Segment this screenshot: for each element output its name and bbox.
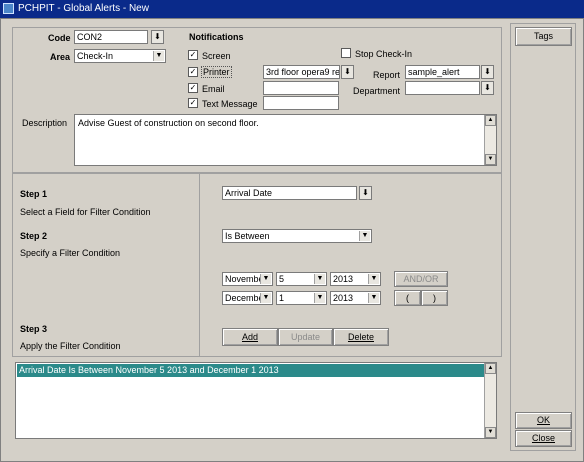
screen-label: Screen <box>202 51 231 61</box>
chevron-down-icon: ▼ <box>260 293 271 303</box>
code-field[interactable]: CON2 <box>74 30 148 44</box>
email-field[interactable] <box>263 81 339 95</box>
side-panel <box>510 23 576 451</box>
report-lov-button[interactable]: ⬇ <box>481 65 494 79</box>
area-dropdown[interactable]: Check-In ▼ <box>74 49 166 63</box>
text-message-checkbox[interactable]: ✓ <box>188 98 198 108</box>
step1-desc: Select a Field for Filter Condition <box>20 207 151 217</box>
step2-desc: Specify a Filter Condition <box>20 248 121 258</box>
delete-button[interactable]: Delete <box>333 328 389 346</box>
open-paren-button[interactable]: ( <box>394 290 421 306</box>
list-item[interactable]: Arrival Date Is Between November 5 2013 … <box>17 364 485 377</box>
filter-field-input[interactable]: Arrival Date <box>222 186 357 200</box>
from-month-dropdown[interactable]: November ▼ <box>222 272 273 286</box>
conditions-scrollbar[interactable]: ▲ ▼ <box>484 363 496 438</box>
chevron-down-icon: ▼ <box>314 274 325 284</box>
chevron-down-icon: ▼ <box>153 51 164 61</box>
add-button[interactable]: Add <box>222 328 278 346</box>
screen-checkbox[interactable]: ✓ <box>188 50 198 60</box>
to-year-value: 2013 <box>333 293 354 303</box>
chevron-down-icon: ▼ <box>260 274 271 284</box>
notifications-heading: Notifications <box>189 32 244 42</box>
chevron-down-icon: ▼ <box>368 274 379 284</box>
area-value: Check-In <box>77 51 114 61</box>
to-day-dropdown[interactable]: 1 ▼ <box>276 291 327 305</box>
description-textarea[interactable]: Advise Guest of construction on second f… <box>74 114 497 166</box>
filter-field-lov-button[interactable]: ⬇ <box>359 186 372 200</box>
ok-button[interactable]: OK <box>515 412 572 429</box>
scroll-up-icon[interactable]: ▲ <box>485 363 496 374</box>
step2-title: Step 2 <box>20 231 48 241</box>
condition-dropdown[interactable]: Is Between ▼ <box>222 229 372 243</box>
to-day-value: 1 <box>279 293 285 303</box>
tags-button[interactable]: Tags <box>515 27 572 46</box>
report-field[interactable]: sample_alert <box>405 65 480 79</box>
conditions-list[interactable]: Arrival Date Is Between November 5 2013 … <box>15 362 497 439</box>
close-button[interactable]: Close <box>515 430 572 447</box>
printer-checkbox[interactable]: ✓ <box>188 67 198 77</box>
to-year-dropdown[interactable]: 2013 ▼ <box>330 291 381 305</box>
close-paren-button[interactable]: ) <box>421 290 448 306</box>
from-day-value: 5 <box>279 274 285 284</box>
text-message-field[interactable] <box>263 96 339 110</box>
department-field[interactable] <box>405 81 480 95</box>
chevron-down-icon: ▼ <box>314 293 325 303</box>
step3-desc: Apply the Filter Condition <box>20 341 121 351</box>
description-scrollbar[interactable]: ▲ ▼ <box>484 115 496 165</box>
email-label: Email <box>202 84 225 94</box>
scroll-up-icon[interactable]: ▲ <box>485 115 496 126</box>
email-checkbox[interactable]: ✓ <box>188 83 198 93</box>
step3-title: Step 3 <box>20 324 48 334</box>
printer-label: Printer <box>201 66 232 78</box>
text-message-label: Text Message <box>202 99 258 109</box>
printer-lov-button[interactable]: ⬇ <box>341 65 354 79</box>
code-lov-button[interactable]: ⬇ <box>151 30 164 44</box>
scroll-down-icon[interactable]: ▼ <box>485 154 496 165</box>
from-year-value: 2013 <box>333 274 354 284</box>
chevron-down-icon: ▼ <box>359 231 370 241</box>
app-icon <box>3 3 14 14</box>
from-year-dropdown[interactable]: 2013 ▼ <box>330 272 381 286</box>
description-label: Description <box>22 118 68 128</box>
department-label: Department <box>353 86 401 96</box>
window-title: PCHPIT - Global Alerts - New <box>18 3 149 14</box>
stop-checkin-label: Stop Check-In <box>355 49 413 59</box>
printer-field[interactable]: 3rd floor opera9 re <box>263 65 340 79</box>
department-lov-button[interactable]: ⬇ <box>481 81 494 95</box>
steps-divider <box>199 174 200 356</box>
area-label: Area <box>50 52 71 62</box>
condition-value: Is Between <box>225 231 270 241</box>
update-button[interactable]: Update <box>278 328 333 346</box>
description-text: Advise Guest of construction on second f… <box>78 118 259 128</box>
stop-checkin-checkbox[interactable] <box>341 48 351 58</box>
code-label: Code <box>48 33 71 43</box>
andor-button[interactable]: AND/OR <box>394 271 448 287</box>
step1-title: Step 1 <box>20 189 48 199</box>
from-day-dropdown[interactable]: 5 ▼ <box>276 272 327 286</box>
to-month-dropdown[interactable]: December ▼ <box>222 291 273 305</box>
chevron-down-icon: ▼ <box>368 293 379 303</box>
title-bar: PCHPIT - Global Alerts - New <box>0 0 584 18</box>
scroll-down-icon[interactable]: ▼ <box>485 427 496 438</box>
report-label: Report <box>373 70 401 80</box>
